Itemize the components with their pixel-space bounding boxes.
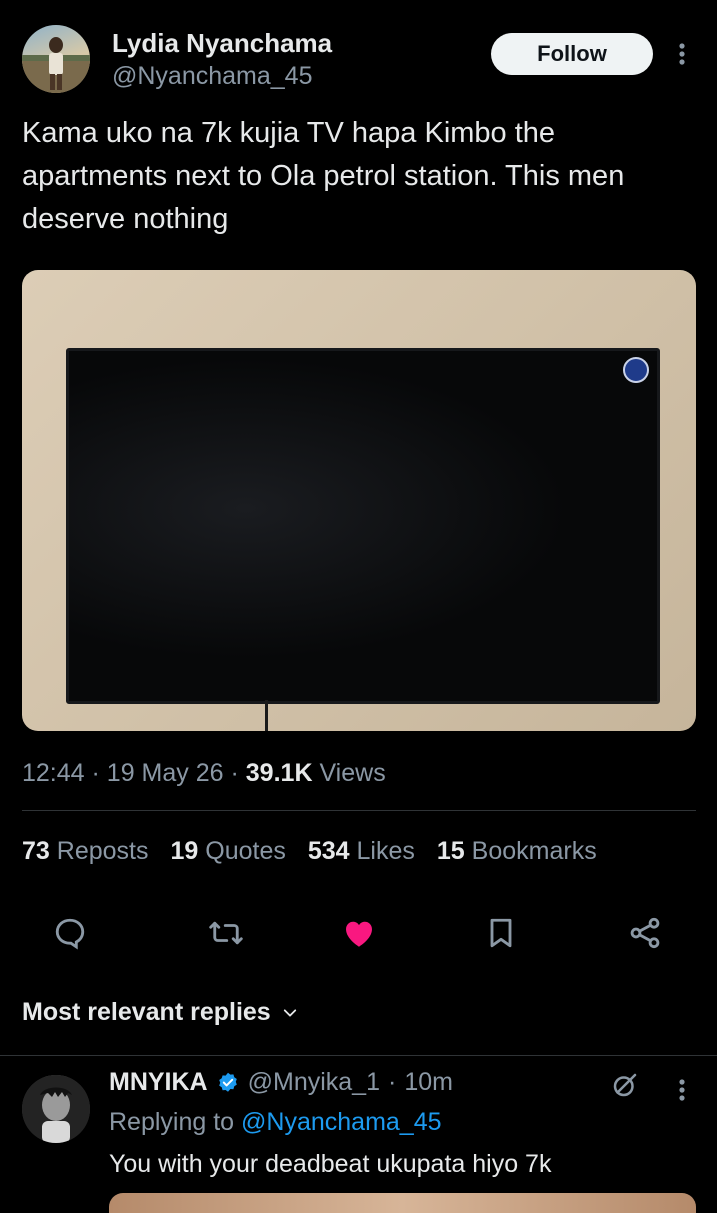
stat-reposts[interactable]: 73 Reposts <box>22 837 148 866</box>
stat-bookmarks[interactable]: 15 Bookmarks <box>437 837 597 866</box>
post-time: 12:44 <box>22 759 85 787</box>
reply-author-name[interactable]: MNYIKA <box>109 1068 208 1097</box>
more-options-icon[interactable] <box>672 38 692 70</box>
stat-quotes[interactable]: 19 Quotes <box>170 837 285 866</box>
post-date[interactable]: 19 May 26 <box>107 759 224 787</box>
verified-badge-icon <box>218 1072 237 1092</box>
divider <box>22 810 696 811</box>
repost-icon[interactable] <box>198 905 254 961</box>
chelsea-badge-icon <box>623 357 649 383</box>
bookmark-icon[interactable] <box>473 905 529 961</box>
reply-icon[interactable] <box>42 905 98 961</box>
replying-to-mention[interactable]: @Nyanchama_45 <box>241 1108 442 1136</box>
reply-time[interactable]: 10m <box>404 1068 453 1097</box>
views-label[interactable]: Views <box>319 759 385 787</box>
author-avatar[interactable] <box>22 25 90 93</box>
reply-author-handle[interactable]: @Mnyika_1 <box>248 1068 380 1097</box>
share-icon[interactable] <box>617 905 673 961</box>
post-meta: 12:44 · 19 May 26 · 39.1K Views <box>22 759 386 787</box>
reply-text: You with your deadbeat ukupata hiyo 7k <box>109 1150 552 1178</box>
action-bar <box>22 905 696 961</box>
replying-to: Replying to @Nyanchama_45 <box>109 1108 442 1136</box>
chevron-down-icon <box>283 1008 296 1017</box>
views-count[interactable]: 39.1K <box>246 759 313 787</box>
stat-likes[interactable]: 534 Likes <box>308 837 415 866</box>
post-image[interactable] <box>22 270 696 731</box>
reply-image-preview[interactable] <box>109 1193 696 1213</box>
author-name[interactable]: Lydia Nyanchama <box>112 28 332 59</box>
replies-sort-label: Most relevant replies <box>22 998 271 1026</box>
engagement-stats: 73 Reposts 19 Quotes 534 Likes 15 Bookma… <box>22 837 619 866</box>
divider <box>0 1055 717 1056</box>
author-handle[interactable]: @Nyanchama_45 <box>112 62 313 91</box>
follow-button[interactable]: Follow <box>491 33 653 75</box>
reply-more-options-icon[interactable] <box>672 1074 692 1106</box>
replies-sort-dropdown[interactable]: Most relevant replies <box>22 998 299 1027</box>
reply-author-avatar[interactable] <box>22 1075 90 1143</box>
reply-header: MNYIKA @Mnyika_1 · 10m <box>109 1068 453 1097</box>
grok-icon[interactable] <box>610 1070 640 1100</box>
tv-cable <box>265 700 268 731</box>
tv-screen <box>66 348 660 704</box>
post-text: Kama uko na 7k kujia TV hapa Kimbo the a… <box>22 117 633 235</box>
like-icon[interactable] <box>331 905 387 961</box>
